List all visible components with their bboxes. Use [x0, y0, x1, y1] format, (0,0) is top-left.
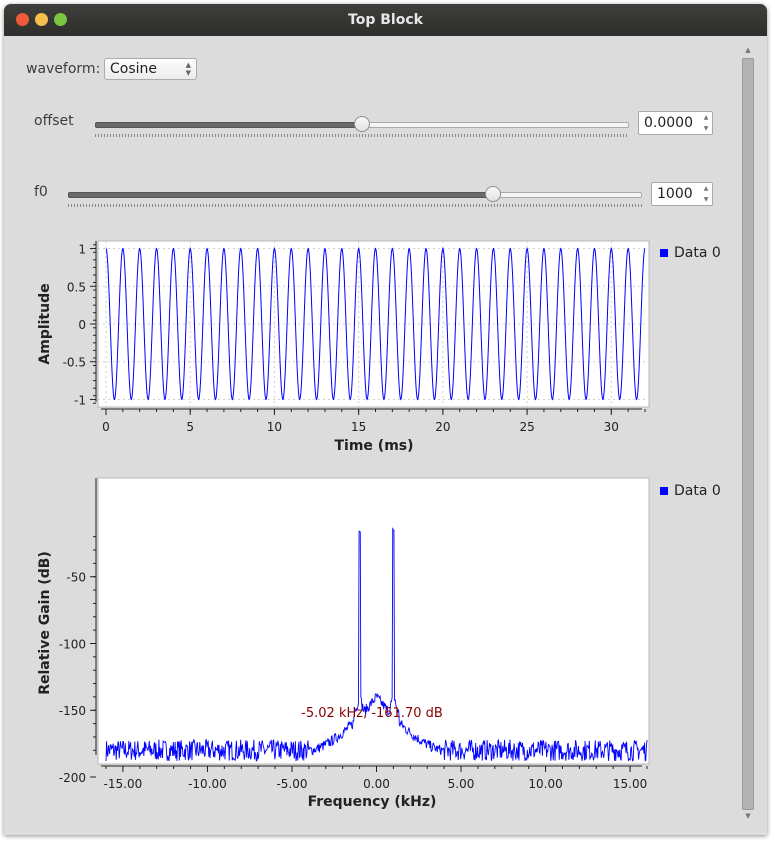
time-x-tick-label: 10 [267, 420, 282, 434]
offset-slider-ticks [95, 134, 629, 137]
time-y-tick-label: 0 [78, 318, 86, 332]
time-plot-legend-label: Data 0 [674, 245, 721, 261]
time-y-tick-label: -1 [74, 393, 86, 407]
frequency-domain-plot[interactable]: -50 -100 -150 -200 -15.00 -10.00 -5.00 0.00 5.0… [4, 473, 739, 813]
scroll-down-arrow-icon[interactable]: ▼ [742, 812, 754, 820]
waveform-combobox[interactable]: Cosine ▲ ▼ [104, 58, 197, 80]
f0-slider[interactable] [68, 184, 642, 210]
freq-plot-marker-label: -5.02 kHz, -161.70 dB [301, 706, 443, 721]
title-bar: Top Block [4, 4, 767, 36]
freq-x-tick-label: 10.00 [528, 777, 562, 791]
freq-y-tick-label: -50 [66, 571, 86, 585]
combo-down-arrow-icon: ▼ [185, 69, 191, 77]
time-x-tick-label: 0 [102, 420, 110, 434]
freq-plot-canvas [97, 477, 650, 765]
time-domain-plot[interactable]: 1 0.5 0 -0.5 -1 0 5 10 15 20 25 30 Time (ms) Ampli… [4, 234, 739, 459]
time-plot-x-ticks: 0 5 10 15 20 25 30 [102, 409, 646, 434]
f0-label: f0 [34, 184, 48, 200]
time-y-tick-label: 0.5 [67, 280, 86, 294]
offset-slider-handle[interactable] [354, 116, 370, 132]
f0-spin-arrows-icon[interactable]: ▲ ▼ [700, 183, 712, 205]
f0-spinbox[interactable]: 1000 ▲ ▼ [651, 182, 713, 206]
f0-value: 1000 [657, 186, 693, 202]
legend-swatch [660, 249, 668, 257]
time-plot-y-label: Amplitude [37, 283, 53, 364]
scroll-up-arrow-icon[interactable]: ▲ [742, 46, 754, 54]
freq-y-tick-label: -100 [59, 637, 86, 651]
time-x-tick-label: 20 [435, 420, 450, 434]
waveform-value: Cosine [110, 61, 158, 77]
time-y-tick-label: 1 [78, 243, 86, 257]
waveform-label: waveform: [26, 61, 101, 77]
freq-x-tick-label: -15.00 [104, 777, 143, 791]
offset-slider[interactable] [95, 114, 629, 140]
f0-slider-ticks [68, 204, 642, 207]
time-plot-y-ticks: 1 0.5 0 -0.5 -1 [63, 243, 96, 407]
time-plot-legend[interactable]: Data 0 [660, 245, 721, 261]
time-x-tick-label: 25 [519, 420, 534, 434]
freq-y-tick-label: -200 [59, 771, 86, 785]
window-title: Top Block [348, 12, 423, 28]
freq-plot-legend-label: Data 0 [674, 483, 721, 499]
offset-spinbox[interactable]: 0.0000 ▲ ▼ [638, 111, 713, 135]
app-window: Top Block waveform: Cosine ▲ ▼ offset 0.… [4, 4, 767, 835]
offset-label: offset [34, 113, 74, 129]
time-x-tick-label: 30 [604, 420, 619, 434]
freq-x-tick-label: -5.00 [276, 777, 307, 791]
freq-y-tick-label: -150 [59, 704, 86, 718]
offset-spin-arrows-icon[interactable]: ▲ ▼ [700, 112, 712, 134]
time-x-tick-label: 15 [351, 420, 366, 434]
offset-slider-fill [95, 122, 364, 128]
combo-up-arrow-icon: ▲ [185, 61, 191, 69]
freq-plot-x-label: Frequency (kHz) [308, 794, 437, 810]
offset-value: 0.0000 [644, 115, 693, 131]
time-plot-x-label: Time (ms) [334, 438, 413, 454]
freq-plot-y-ticks: -50 -100 -150 -200 [59, 536, 96, 785]
freq-x-tick-label: 15.00 [613, 777, 647, 791]
freq-x-tick-label: 0.00 [363, 777, 390, 791]
f0-slider-handle[interactable] [484, 186, 501, 202]
window-content: waveform: Cosine ▲ ▼ offset 0.0000 ▲ ▼ f0… [4, 36, 767, 835]
time-x-tick-label: 5 [186, 420, 194, 434]
f0-slider-fill [68, 192, 495, 198]
freq-x-tick-label: 5.00 [448, 777, 475, 791]
freq-plot-x-ticks: -15.00 -10.00 -5.00 0.00 5.00 10.00 15.00 [104, 766, 648, 791]
freq-plot-legend[interactable]: Data 0 [660, 483, 721, 499]
freq-x-tick-label: -10.00 [188, 777, 227, 791]
vertical-scrollbar[interactable] [742, 58, 754, 810]
time-y-tick-label: -0.5 [63, 356, 86, 370]
freq-plot-y-label: Relative Gain (dB) [37, 551, 53, 695]
legend-swatch [660, 487, 668, 495]
